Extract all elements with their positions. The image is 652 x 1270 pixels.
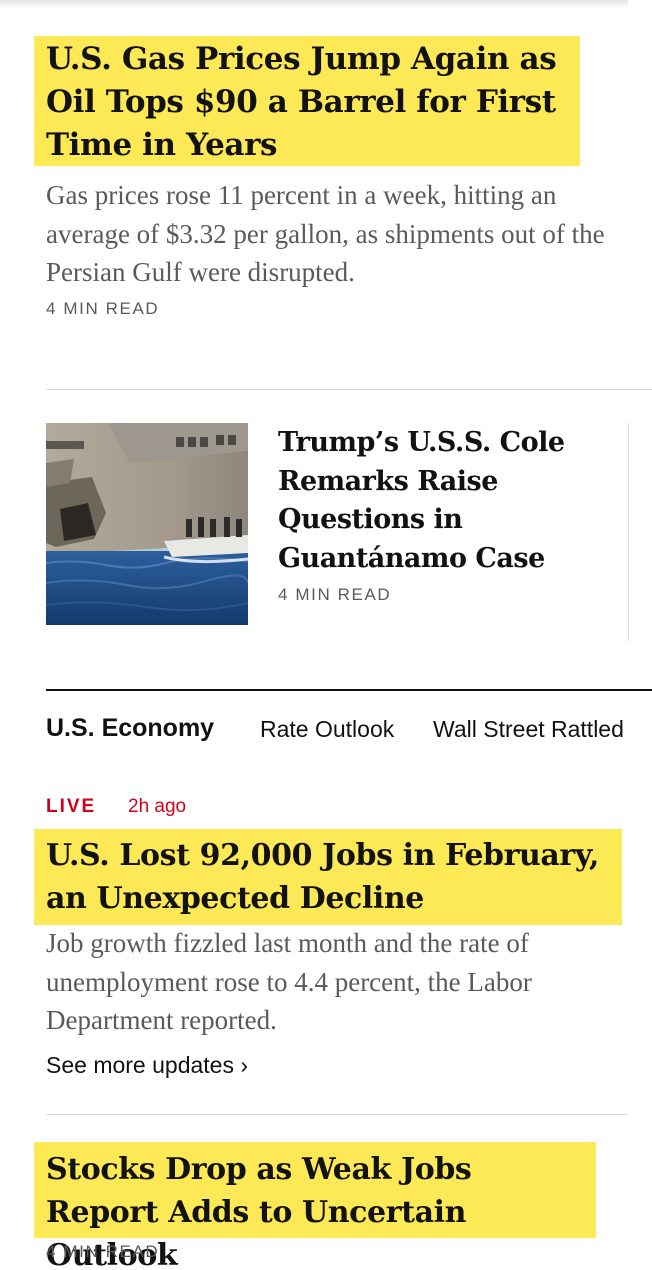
time-ago: 2h ago — [128, 796, 187, 817]
live-indicator: LIVE 2h ago — [46, 796, 186, 818]
column-divider — [628, 423, 629, 641]
topic-link-wall-street-rattled[interactable]: Wall Street Rattled — [433, 716, 624, 743]
read-time: 4 MIN READ — [278, 585, 392, 604]
section-divider — [46, 389, 652, 390]
ship-photo-image — [46, 423, 248, 625]
read-time: 4 MIN READ — [46, 299, 160, 318]
topic-navigation: U.S. Economy Rate Outlook Wall Street Ra… — [46, 714, 652, 754]
see-more-updates-link[interactable]: See more updates › — [46, 1052, 248, 1079]
topic-link-rate-outlook[interactable]: Rate Outlook — [260, 716, 394, 743]
live-label: LIVE — [46, 796, 97, 817]
story-thumbnail-image[interactable] — [46, 423, 248, 625]
read-time: 4 MIN READ — [46, 1242, 160, 1261]
story-summary: Gas prices rose 11 percent in a week, hi… — [46, 180, 605, 287]
story-headline[interactable]: U.S. Gas Prices Jump Again as Oil Tops $… — [46, 38, 576, 167]
story-headline[interactable]: U.S. Lost 92,000 Jobs in February, an Un… — [46, 834, 621, 920]
topic-heading-us-economy[interactable]: U.S. Economy — [46, 714, 214, 743]
section-rule — [46, 689, 652, 691]
story-summary: Job growth fizzled last month and the ra… — [46, 928, 532, 1035]
top-edge-shadow — [0, 0, 628, 8]
section-divider — [46, 1114, 628, 1115]
story-headline[interactable]: Trump’s U.S.S. Cole Remarks Raise Questi… — [278, 424, 578, 578]
